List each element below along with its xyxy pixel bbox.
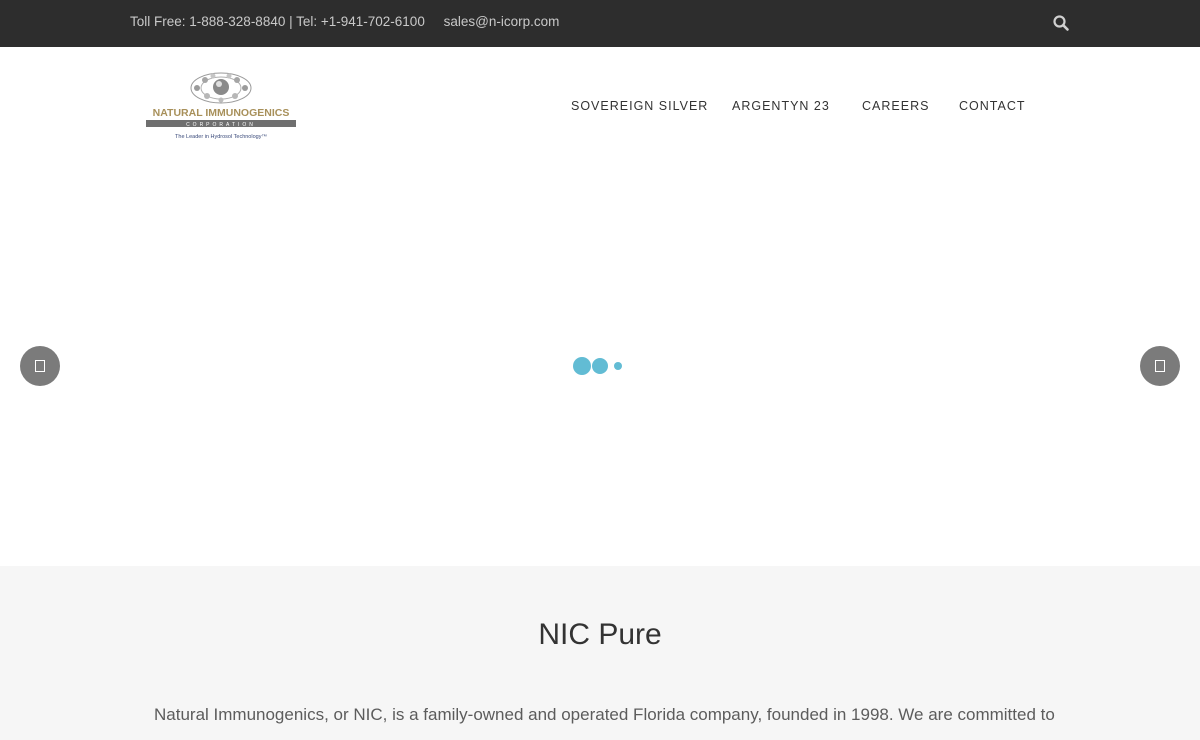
about-section: NIC Pure Natural Immunogenics, or NIC, i… (0, 566, 1200, 740)
section-title: NIC Pure (538, 618, 662, 651)
search-icon[interactable] (1052, 14, 1070, 32)
nav-item-argentyn-23[interactable]: ARGENTYN 23 (732, 99, 830, 113)
nav-item-contact[interactable]: CONTACT (959, 99, 1026, 113)
logo-tagline: The Leader in Hydrosol Technology™ (175, 134, 267, 140)
loader-dot (573, 357, 591, 375)
hero-slider (0, 165, 1200, 566)
chevron-right-icon (1155, 360, 1165, 372)
loading-spinner (572, 357, 632, 375)
phone-numbers: Toll Free: 1-888-328-8840 | Tel: +1-941-… (130, 14, 425, 29)
slider-prev-button[interactable] (20, 346, 60, 386)
chevron-left-icon (35, 360, 45, 372)
contact-info: Toll Free: 1-888-328-8840 | Tel: +1-941-… (130, 14, 559, 29)
main-navigation: SOVEREIGN SILVER ARGENTYN 23 CAREERS CON… (0, 99, 1200, 119)
top-bar: Toll Free: 1-888-328-8840 | Tel: +1-941-… (0, 0, 1200, 47)
loader-dot (592, 358, 608, 374)
nav-item-sovereign-silver[interactable]: SOVEREIGN SILVER (571, 99, 708, 113)
section-paragraph: Natural Immunogenics, or NIC, is a famil… (154, 705, 1055, 724)
site-header: NATURAL IMMUNOGENICS CORPORATION The Lea… (0, 47, 1200, 165)
nav-item-careers[interactable]: CAREERS (862, 99, 929, 113)
email-link[interactable]: sales@n-icorp.com (444, 14, 560, 29)
logo-subtitle: CORPORATION (186, 122, 256, 128)
slider-next-button[interactable] (1140, 346, 1180, 386)
loader-dot (614, 362, 622, 370)
